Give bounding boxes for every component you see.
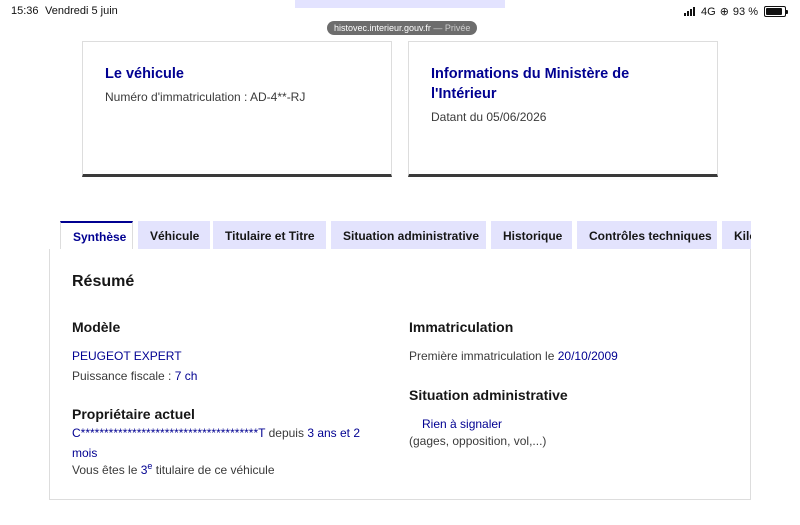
tab-historique[interactable]: Historique xyxy=(491,221,572,250)
url-text: histovec.interieur.gouv.fr xyxy=(334,23,431,33)
ministry-title-line1: Informations du Ministère de xyxy=(431,66,630,82)
first-registration: Première immatriculation le 20/10/2009 xyxy=(409,346,618,366)
location-icon: ⊕ xyxy=(719,6,729,18)
owner-heading: Propriétaire actuel xyxy=(72,406,195,422)
registration-heading: Immatriculation xyxy=(409,319,514,335)
summary-title: Résumé xyxy=(72,273,135,290)
status-date: Vendredi 5 juin xyxy=(45,5,118,17)
status-indicators: 4G ⊕ 93 % xyxy=(684,5,788,18)
ministry-date: Datant du 05/06/2026 xyxy=(431,110,547,124)
tab-situation-administrative[interactable]: Situation administrative xyxy=(331,221,486,250)
admin-heading: Situation administrative xyxy=(409,387,568,403)
battery-icon xyxy=(764,6,788,17)
owner-rank-number: 3e xyxy=(141,461,153,477)
vehicle-card-title: Le véhicule xyxy=(105,66,184,82)
tab-titulaire[interactable]: Titulaire et Titre xyxy=(213,221,326,250)
battery-label: 93 % xyxy=(732,5,758,18)
model-name-value: PEUGEOT EXPERT xyxy=(72,349,182,363)
owner-since-label: depuis xyxy=(268,426,304,440)
network-label: 4G xyxy=(701,5,716,18)
fiscal-power: Puissance fiscale : 7 ch xyxy=(72,366,197,386)
tab-kilometrage[interactable]: Kilométrage xyxy=(722,221,751,250)
owner-rank-prefix: Vous êtes le xyxy=(72,463,138,477)
private-label: — Privée xyxy=(433,23,471,33)
owner-rank-sup: e xyxy=(147,461,153,471)
url-bar[interactable]: histovec.interieur.gouv.fr — Privée xyxy=(327,21,478,35)
ministry-card-title: Informations du Ministère de l'Intérieur xyxy=(431,64,695,104)
owner-name: C**************************************T xyxy=(72,426,266,440)
signal-icon xyxy=(684,7,696,16)
owner-since-value: 3 ans et 2 xyxy=(307,426,361,440)
admin-detail: (gages, opposition, vol,...) xyxy=(409,434,547,448)
tab-vehicule[interactable]: Véhicule xyxy=(138,221,210,250)
registration-number: Numéro d'immatriculation : AD-4**-RJ xyxy=(105,90,306,104)
owner-rank: Vous êtes le 3e titulaire de ce véhicule xyxy=(72,456,275,480)
ministry-title-line2: l'Intérieur xyxy=(431,86,497,102)
tab-synthese[interactable]: Synthèse xyxy=(60,221,133,250)
first-registration-date: 20/10/2009 xyxy=(557,349,618,363)
ministry-card: Informations du Ministère de l'Intérieur … xyxy=(408,41,718,177)
admin-status-value: Rien à signaler xyxy=(422,417,503,431)
model-name: PEUGEOT EXPERT xyxy=(72,346,182,366)
status-time: 15:36 xyxy=(11,5,39,17)
tab-bar: Synthèse Véhicule Titulaire et Titre Sit… xyxy=(60,221,751,250)
owner-rank-suffix: titulaire de ce véhicule xyxy=(155,463,275,477)
first-registration-label: Première immatriculation le xyxy=(409,349,555,363)
fiscal-power-value: 7 ch xyxy=(174,369,198,383)
vehicle-card: Le véhicule Numéro d'immatriculation : A… xyxy=(82,41,392,177)
tab-controles-techniques[interactable]: Contrôles techniques xyxy=(577,221,717,250)
page-top-fade xyxy=(295,0,505,8)
model-heading: Modèle xyxy=(72,319,121,335)
fiscal-power-label: Puissance fiscale : xyxy=(72,369,172,383)
